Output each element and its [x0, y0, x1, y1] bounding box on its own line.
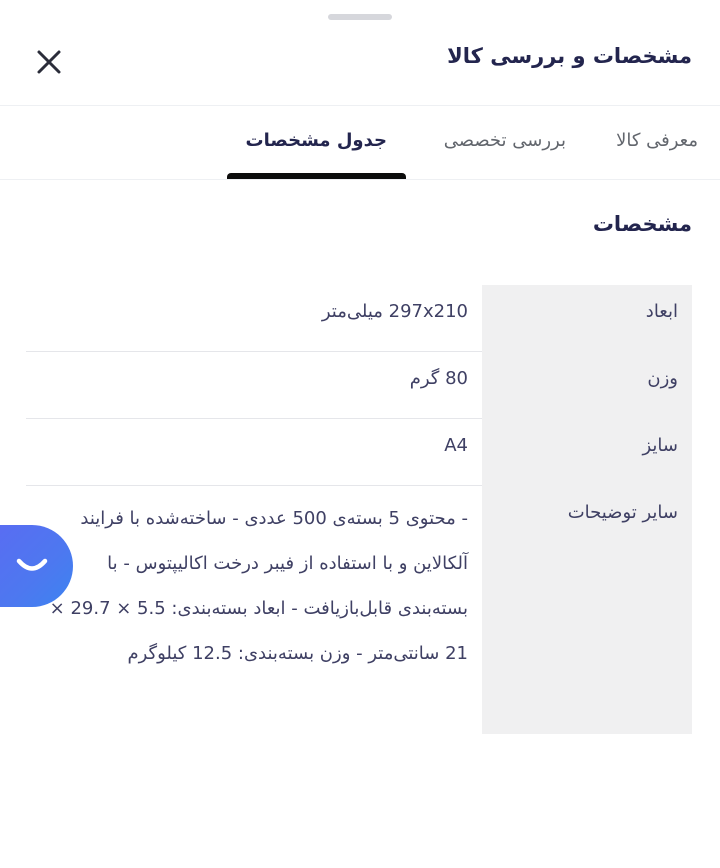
bottom-sheet: مشخصات و بررسی کالا معرفی کالا بررسی تخص…: [0, 0, 720, 868]
tab-product-intro[interactable]: معرفی کالا: [616, 130, 698, 151]
spec-row: سایر توضیحات - محتوی 5 بسته‌ی 500 عددی -…: [26, 486, 692, 734]
section-title: مشخصات: [592, 212, 692, 236]
close-icon: [37, 50, 61, 74]
spec-table: ابعاد 297x210 میلی‌متر وزن 80 گرم سایز A…: [26, 285, 692, 734]
close-button[interactable]: [34, 47, 64, 77]
sheet-title: مشخصات و بررسی کالا: [447, 44, 692, 68]
spec-row: سایز A4: [26, 419, 692, 486]
tab-expert-review[interactable]: بررسی تخصصی: [444, 130, 566, 151]
spec-row: وزن 80 گرم: [26, 352, 692, 419]
sheet-header: مشخصات و بررسی کالا: [0, 0, 720, 106]
spec-row: ابعاد 297x210 میلی‌متر: [26, 285, 692, 352]
spec-key: سایر توضیحات: [482, 486, 692, 734]
active-tab-indicator: [227, 173, 406, 179]
spec-value: A4: [26, 419, 482, 486]
smile-icon: [16, 558, 47, 571]
spec-key: ابعاد: [482, 285, 692, 352]
spec-value: - محتوی 5 بسته‌ی 500 عددی - ساخته‌شده با…: [49, 508, 468, 664]
spec-value: 297x210 میلی‌متر: [26, 285, 482, 352]
tab-spec-table[interactable]: جدول مشخصات: [246, 130, 387, 151]
spec-key: وزن: [482, 352, 692, 419]
tab-bar: معرفی کالا بررسی تخصصی جدول مشخصات: [0, 106, 720, 180]
spec-key: سایز: [482, 419, 692, 486]
spec-value: 80 گرم: [26, 352, 482, 419]
